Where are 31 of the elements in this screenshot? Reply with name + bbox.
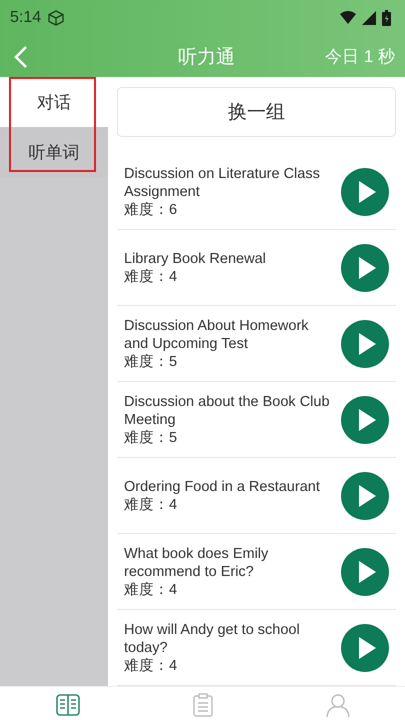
difficulty-label: 难度：4 xyxy=(124,268,178,286)
lesson-title[interactable]: How will Andy get to school today? xyxy=(124,620,335,656)
battery-icon xyxy=(382,10,391,26)
lesson-title[interactable]: Discussion About Homework and Upcoming Test xyxy=(124,316,335,352)
difficulty-label: 难度：6 xyxy=(124,200,178,218)
play-button[interactable] xyxy=(341,168,389,216)
lesson-title[interactable]: What book does Emily recommend to Eric? xyxy=(124,544,335,580)
difficulty-label: 难度：4 xyxy=(124,580,178,598)
sidebar-tab[interactable]: 对话 xyxy=(0,77,108,127)
play-button[interactable] xyxy=(341,320,389,368)
lesson-title[interactable]: Discussion about the Book Club Meeting xyxy=(124,392,335,428)
difficulty-label: 难度：5 xyxy=(124,352,178,370)
difficulty-label: 难度：5 xyxy=(124,428,178,446)
lesson-title[interactable]: Discussion on Literature Class Assignment xyxy=(124,164,335,200)
today-time: 今日 1 秒 xyxy=(325,46,395,68)
play-button[interactable] xyxy=(341,396,389,444)
wifi-icon xyxy=(340,11,356,25)
play-button[interactable] xyxy=(341,472,389,520)
lesson-title[interactable]: Ordering Food in a Restaurant xyxy=(124,478,335,496)
lesson-title[interactable]: Library Book Renewal xyxy=(124,250,335,268)
signal-icon xyxy=(362,11,376,25)
play-button[interactable] xyxy=(341,624,389,672)
play-button[interactable] xyxy=(341,244,389,292)
page-title: 听力通 xyxy=(177,46,236,70)
status-time: 5:14 xyxy=(10,9,42,27)
difficulty-label: 难度：4 xyxy=(124,656,178,674)
cube-icon xyxy=(47,9,66,27)
play-button[interactable] xyxy=(341,548,389,596)
book-icon[interactable] xyxy=(54,692,80,718)
shuffle-button[interactable]: 换一组 xyxy=(117,87,396,137)
difficulty-label: 难度：4 xyxy=(124,496,178,514)
